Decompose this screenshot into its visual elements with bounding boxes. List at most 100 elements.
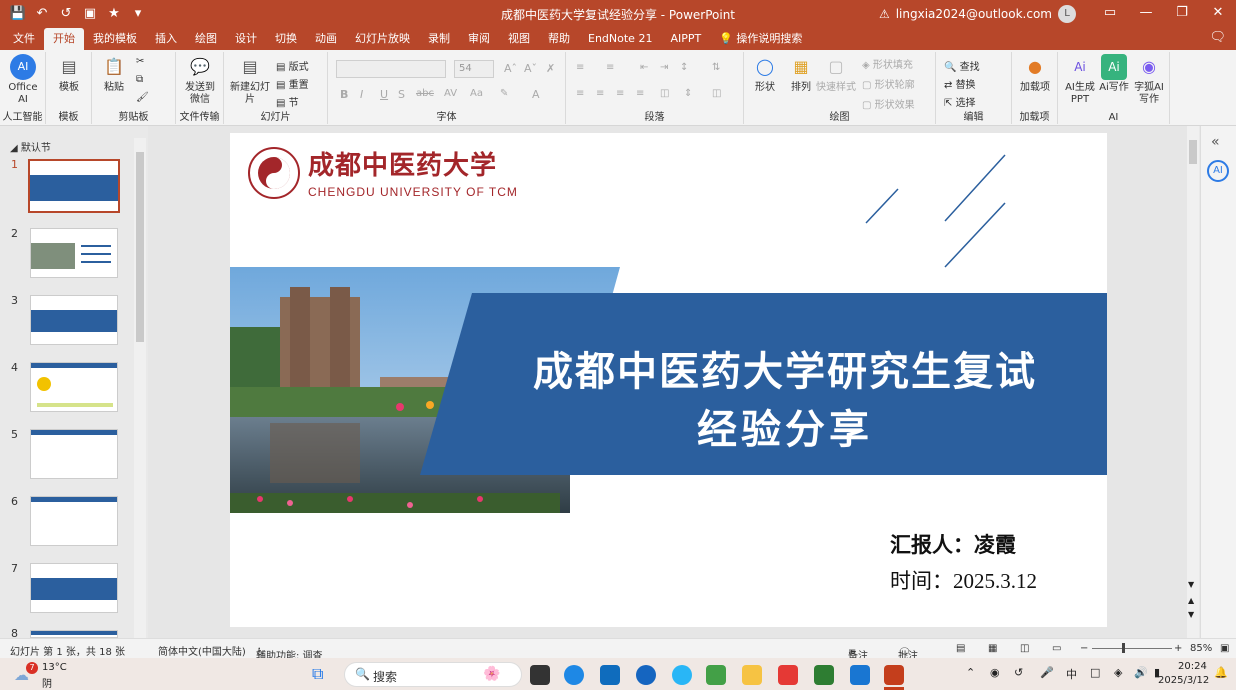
slide-title-line2[interactable]: 经验分享: [470, 397, 1100, 455]
restore-button[interactable]: ❐: [1164, 0, 1200, 26]
tab-view[interactable]: 视图: [499, 28, 539, 50]
layout-button[interactable]: ▤ 版式: [276, 58, 309, 73]
account-email[interactable]: lingxia2024@outlook.com: [896, 7, 1052, 21]
normal-view-icon[interactable]: ▤: [956, 643, 965, 654]
shape-button[interactable]: ◯ 形状: [748, 54, 782, 94]
decrease-indent-icon[interactable]: ⇤: [640, 62, 648, 73]
redo-icon[interactable]: ↺: [56, 6, 76, 21]
numbering-icon[interactable]: ≡: [606, 62, 614, 73]
scroll-thumb[interactable]: [1189, 140, 1197, 164]
lenovo-icon[interactable]: [636, 665, 656, 685]
chat-icon[interactable]: [706, 665, 726, 685]
slide-thumbnail-3[interactable]: [30, 295, 118, 345]
font-color-icon[interactable]: A: [532, 88, 540, 101]
highlight-icon[interactable]: ✎: [500, 88, 508, 99]
tab-help[interactable]: 帮助: [539, 28, 579, 50]
comment-icon[interactable]: 🗨: [1209, 30, 1226, 45]
ai-assistant-icon[interactable]: AI: [1207, 160, 1229, 182]
columns-icon[interactable]: ◫: [660, 88, 669, 99]
tab-insert[interactable]: 插入: [146, 28, 186, 50]
zoom-level[interactable]: 85%: [1190, 643, 1212, 654]
ime-mode-icon[interactable]: □: [1090, 666, 1100, 679]
section-header[interactable]: ◢ 默认节: [10, 139, 51, 154]
office-ai-button[interactable]: AI Office AI: [4, 54, 42, 106]
reporter-text[interactable]: 汇报人：凌霞: [890, 529, 1016, 559]
taskbar-search[interactable]: 🔍 搜索 🌸: [344, 662, 522, 687]
align-right-icon[interactable]: ≡: [616, 88, 624, 99]
mic-icon[interactable]: 🎤: [1040, 666, 1054, 679]
quick-style-button[interactable]: ▢ 快速样式: [816, 54, 856, 94]
select-button[interactable]: ⇱ 选择: [944, 94, 976, 109]
slide-thumbnail-2[interactable]: [30, 228, 118, 278]
notification-icon[interactable]: 🔔: [1214, 666, 1228, 679]
zoom-in-icon[interactable]: +: [1174, 643, 1182, 654]
avatar[interactable]: L: [1058, 5, 1076, 23]
clear-format-icon[interactable]: ✗: [546, 62, 555, 75]
thumbnail-scrollbar[interactable]: [134, 138, 146, 638]
char-spacing-icon[interactable]: AV: [444, 88, 457, 99]
outlook-icon[interactable]: [600, 665, 620, 685]
zoom-slider-thumb[interactable]: [1122, 643, 1125, 653]
underline-icon[interactable]: U: [380, 88, 388, 101]
shape-fill-button[interactable]: ◈ 形状填充: [862, 56, 913, 71]
collapse-pane-icon[interactable]: «: [1211, 134, 1220, 150]
tab-record[interactable]: 录制: [419, 28, 459, 50]
browser-icon[interactable]: [672, 665, 692, 685]
slideshow-view-icon[interactable]: ▭: [1052, 643, 1061, 654]
ai-ppt-button[interactable]: Ai AI生成PPT: [1060, 54, 1100, 106]
sync-icon[interactable]: ↺: [1014, 666, 1023, 679]
language-indicator[interactable]: 简体中文(中国大陆): [158, 643, 246, 658]
star-icon[interactable]: ★: [104, 6, 124, 21]
edge-icon[interactable]: [564, 665, 584, 685]
fit-slide-icon[interactable]: ▣: [1220, 643, 1229, 654]
template-button[interactable]: ▤ 模板: [54, 54, 84, 94]
arrange-button[interactable]: ▦ 排列: [784, 54, 818, 94]
undo-icon[interactable]: ↶: [32, 6, 52, 21]
bullets-icon[interactable]: ≡: [576, 62, 584, 73]
justify-icon[interactable]: ≡: [636, 88, 644, 99]
slide-thumbnail-4[interactable]: [30, 362, 118, 412]
tab-my-templates[interactable]: 我的模板: [84, 28, 146, 50]
tab-draw[interactable]: 绘图: [186, 28, 226, 50]
slide-sorter-icon[interactable]: ▦: [988, 643, 997, 654]
slide-scrollbar[interactable]: ▼ ▲ ▼: [1187, 126, 1199, 638]
weather-widget[interactable]: ☁ 7: [14, 662, 38, 684]
find-button[interactable]: 🔍 查找: [944, 58, 980, 73]
slide-thumbnail-8[interactable]: [30, 630, 118, 638]
wifi-icon[interactable]: ◈: [1114, 666, 1122, 679]
tab-review[interactable]: 审阅: [459, 28, 499, 50]
increase-indent-icon[interactable]: ⇥: [660, 62, 668, 73]
change-case-icon[interactable]: Aa: [470, 88, 483, 99]
next-slide-icon[interactable]: ▼: [1188, 610, 1194, 619]
cut-icon[interactable]: ✂: [136, 56, 144, 67]
prev-slide-icon[interactable]: ▲: [1188, 596, 1194, 605]
slide-title-line1[interactable]: 成都中医药大学研究生复试: [470, 339, 1100, 397]
account-area[interactable]: ⚠ lingxia2024@outlook.com L: [879, 5, 1076, 23]
zoom-slider[interactable]: [1092, 648, 1172, 649]
slide-thumbnail-1[interactable]: [28, 159, 120, 213]
powerpoint-icon[interactable]: [884, 665, 904, 685]
scroll-thumb[interactable]: [136, 152, 144, 342]
replace-button[interactable]: ⇄ 替换: [944, 76, 976, 91]
tab-file[interactable]: 文件: [4, 28, 44, 50]
vpn-icon[interactable]: ◉: [990, 666, 1000, 679]
italic-icon[interactable]: I: [360, 88, 363, 101]
minimize-button[interactable]: —: [1128, 0, 1164, 26]
shrink-font-icon[interactable]: Aˇ: [524, 62, 537, 75]
align-text-icon[interactable]: ⇕: [684, 88, 692, 99]
section-button[interactable]: ▤ 节: [276, 94, 299, 109]
zihu-button[interactable]: ◉ 字狐AI写作: [1130, 54, 1168, 106]
close-button[interactable]: ✕: [1200, 0, 1236, 26]
tab-slideshow[interactable]: 幻灯片放映: [346, 28, 419, 50]
ime-indicator[interactable]: 中: [1066, 666, 1077, 682]
shadow-icon[interactable]: S: [398, 88, 405, 101]
send-wechat-button[interactable]: 💬 发送到微信: [182, 54, 218, 106]
reading-view-icon[interactable]: ◫: [1020, 643, 1029, 654]
ribbon-display-icon[interactable]: ▭: [1092, 0, 1128, 26]
smartart-icon[interactable]: ◫: [712, 88, 721, 99]
present-icon[interactable]: ▣: [80, 6, 100, 21]
align-center-icon[interactable]: ≡: [596, 88, 604, 99]
font-size-box[interactable]: 54: [454, 60, 494, 78]
tab-endnote[interactable]: EndNote 21: [579, 28, 661, 50]
tell-me-search[interactable]: 💡 操作说明搜索: [710, 28, 811, 50]
